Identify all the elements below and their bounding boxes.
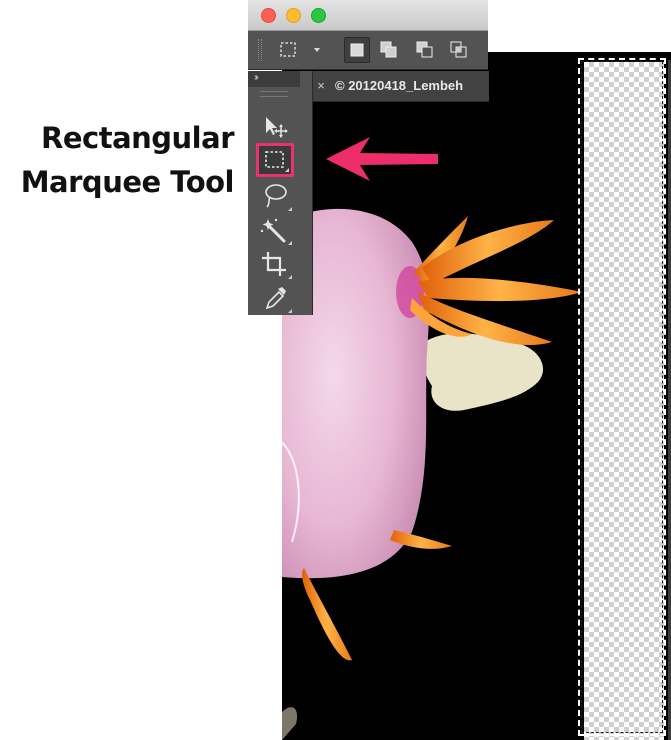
add-to-selection-icon <box>380 41 397 58</box>
lasso-tool-button[interactable] <box>256 179 294 213</box>
marquee-selection[interactable] <box>578 58 666 736</box>
tool-flyout-indicator <box>288 275 292 279</box>
subtract-from-selection-button[interactable] <box>412 37 438 63</box>
document-tab[interactable]: × © 20120418_Lembeh <box>306 71 489 102</box>
magic-wand-tool-button[interactable] <box>256 213 294 247</box>
close-window-button[interactable] <box>261 8 276 23</box>
close-tab-icon[interactable]: × <box>313 71 329 101</box>
move-tool-button[interactable] <box>256 109 294 143</box>
options-bar <box>248 31 488 70</box>
tool-preset-picker[interactable] <box>274 37 328 63</box>
eyedropper-tool-button[interactable] <box>256 281 294 315</box>
subtract-from-selection-icon <box>416 41 433 58</box>
tools-panel-grip[interactable] <box>260 91 288 97</box>
options-bar-grip[interactable] <box>258 39 262 61</box>
callout-label: Rectangular Marquee Tool <box>8 116 235 204</box>
intersect-with-selection-button[interactable] <box>446 37 472 63</box>
new-selection-button[interactable] <box>344 37 370 63</box>
intersect-with-selection-icon <box>450 41 467 58</box>
rectangular-marquee-tool-button[interactable] <box>256 143 294 177</box>
add-to-selection-button[interactable] <box>376 37 402 63</box>
crop-tool-button[interactable] <box>256 247 294 281</box>
tool-flyout-indicator <box>288 207 292 211</box>
document-tab-title: © 20120418_Lembeh <box>335 78 464 93</box>
rectangular-marquee-preset-icon <box>280 42 320 57</box>
zoom-window-button[interactable] <box>311 8 326 23</box>
new-selection-icon <box>350 43 364 57</box>
collapse-panel-icon[interactable]: ›› <box>254 72 258 83</box>
tool-flyout-indicator <box>288 241 292 245</box>
tool-flyout-indicator <box>288 309 292 313</box>
callout-line-2: Marquee Tool <box>20 165 235 199</box>
tools-panel: ›› <box>248 71 313 315</box>
pointer-arrow-icon <box>326 137 438 181</box>
tool-flyout-indicator <box>285 168 289 172</box>
tools-panel-header: ›› <box>248 71 300 87</box>
move-tool-icon <box>266 117 288 138</box>
window-titlebar <box>248 0 488 31</box>
callout-line-1: Rectangular <box>41 121 234 155</box>
minimize-window-button[interactable] <box>286 8 301 23</box>
